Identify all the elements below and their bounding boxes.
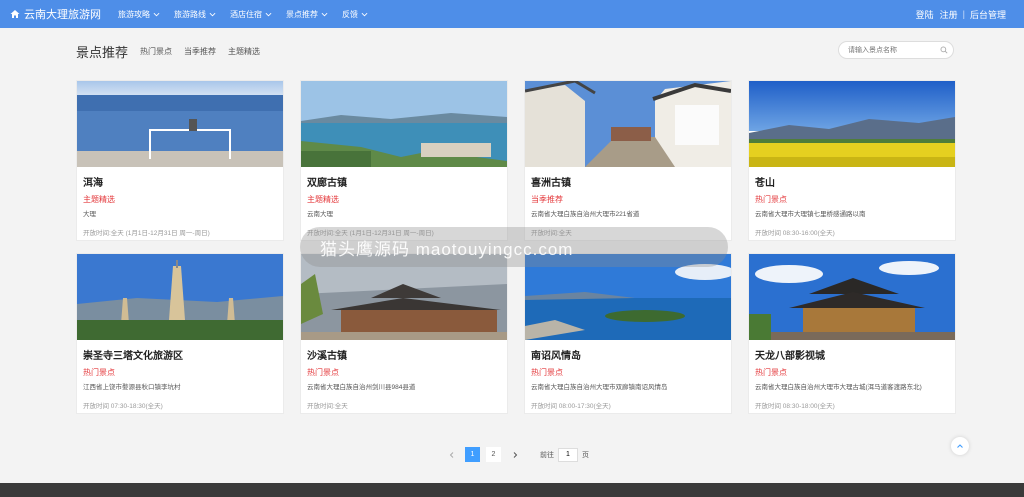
attraction-address: 云南省大理市大理镇七里桥感通路以南 bbox=[755, 211, 866, 218]
register-link[interactable]: 注册 bbox=[940, 8, 958, 21]
nav-item-label: 酒店住宿 bbox=[230, 9, 262, 19]
attraction-tag: 主题精选 bbox=[83, 195, 115, 204]
footer-bar bbox=[0, 483, 1024, 497]
attraction-card[interactable]: 洱海 主题精选 大理 开放时间:全天 (1月1日-12月31日 周一-周日) bbox=[76, 80, 284, 241]
chevron-down-icon bbox=[361, 12, 368, 16]
nav-item-guides[interactable]: 旅游攻略 bbox=[118, 9, 160, 20]
attraction-name: 喜洲古镇 bbox=[531, 178, 571, 189]
attraction-hours: 开放时间:全天 bbox=[307, 403, 348, 410]
nav-auth: 登陆 注册 | 后台管理 bbox=[916, 0, 1006, 28]
brand-title: 云南大理旅游网 bbox=[24, 9, 101, 21]
chevron-down-icon bbox=[321, 12, 328, 16]
attraction-tag: 主题精选 bbox=[307, 195, 339, 204]
attraction-name: 南诏风情岛 bbox=[531, 351, 581, 362]
chevron-down-icon bbox=[209, 12, 216, 16]
attraction-card[interactable]: 天龙八部影视城 热门景点 云南省大理白族自治州大理市大理古城(洱马道客渡路东北)… bbox=[748, 253, 956, 414]
nav-item-label: 旅游攻略 bbox=[118, 9, 150, 19]
nav-item-hotels[interactable]: 酒店住宿 bbox=[230, 9, 272, 20]
attraction-photo bbox=[525, 81, 731, 167]
nav-menu: 旅游攻略 旅游路线 酒店住宿 景点推荐 反馈 bbox=[118, 9, 382, 20]
attraction-photo bbox=[749, 81, 955, 167]
attraction-photo bbox=[77, 254, 283, 340]
attraction-hours: 开放时间 08:30-16:00(全天) bbox=[755, 230, 835, 237]
attraction-hours: 开放时间 08:30-18:00(全天) bbox=[755, 403, 835, 410]
attraction-name: 双廊古镇 bbox=[307, 178, 347, 189]
attraction-address: 云南省大理白族自治州大理市大理古城(洱马道客渡路东北) bbox=[755, 384, 922, 391]
admin-link[interactable]: 后台管理 bbox=[970, 8, 1006, 21]
nav-divider: | bbox=[962, 9, 965, 19]
page-button-1[interactable]: 1 bbox=[465, 447, 480, 462]
chevron-right-icon bbox=[513, 451, 517, 458]
chevron-down-icon bbox=[153, 12, 160, 16]
category-tabs: 热门景点 当季推荐 主题精选 bbox=[140, 46, 272, 57]
attraction-photo bbox=[77, 81, 283, 167]
attraction-name: 天龙八部影视城 bbox=[755, 351, 825, 362]
next-page-button[interactable] bbox=[507, 447, 522, 462]
attraction-name: 崇圣寺三塔文化旅游区 bbox=[83, 351, 183, 362]
attraction-tag: 当季推荐 bbox=[531, 195, 563, 204]
nav-item-label: 景点推荐 bbox=[286, 9, 318, 19]
attraction-tag: 热门景点 bbox=[307, 368, 339, 377]
attraction-card[interactable]: 南诏风情岛 热门景点 云南省大理白族自治州大理市双廊镇南诏风情岛 开放时间 08… bbox=[524, 253, 732, 414]
watermark-banner: 猫头鹰源码 maotouyingcc.com bbox=[300, 227, 728, 267]
login-link[interactable]: 登陆 bbox=[916, 8, 934, 21]
attraction-tag: 热门景点 bbox=[83, 368, 115, 377]
attraction-photo bbox=[301, 81, 507, 167]
attraction-address: 云南省大理白族自治州剑川县984县道 bbox=[307, 384, 416, 391]
nav-item-routes[interactable]: 旅游路线 bbox=[174, 9, 216, 20]
attraction-photo bbox=[749, 254, 955, 340]
attraction-tag: 热门景点 bbox=[531, 368, 563, 377]
nav-item-label: 旅游路线 bbox=[174, 9, 206, 19]
attraction-tag: 热门景点 bbox=[755, 195, 787, 204]
attraction-address: 云南省大理白族自治州大理市221省道 bbox=[531, 211, 640, 218]
goto-label: 前往 bbox=[540, 451, 554, 459]
page-button-2[interactable]: 2 bbox=[486, 447, 501, 462]
nav-item-feedback[interactable]: 反馈 bbox=[342, 9, 368, 20]
tab-theme[interactable]: 主题精选 bbox=[228, 46, 260, 57]
attraction-card[interactable]: 沙溪古镇 热门景点 云南省大理白族自治州剑川县984县道 开放时间:全天 bbox=[300, 253, 508, 414]
attraction-card[interactable]: 双廊古镇 主题精选 云南大理 开放时间:全天 (1月1日-12月31日 周一-周… bbox=[300, 80, 508, 241]
attraction-address: 云南省大理白族自治州大理市双廊镇南诏风情岛 bbox=[531, 384, 668, 391]
home-icon bbox=[10, 10, 20, 18]
top-nav: 云南大理旅游网 旅游攻略 旅游路线 酒店住宿 景点推荐 反馈 登陆 注册 | 后… bbox=[0, 0, 1024, 28]
attraction-card[interactable]: 崇圣寺三塔文化旅游区 热门景点 江西省上饶市婺源县秋口镇李坑村 开放时间 07:… bbox=[76, 253, 284, 414]
back-to-top-button[interactable] bbox=[951, 437, 969, 455]
attraction-hours: 开放时间:全天 (1月1日-12月31日 周一-周日) bbox=[83, 230, 210, 237]
attraction-card[interactable]: 喜洲古镇 当季推荐 云南省大理白族自治州大理市221省道 开放时间:全天 bbox=[524, 80, 732, 241]
tab-season[interactable]: 当季推荐 bbox=[184, 46, 216, 57]
attraction-hours: 开放时间 08:00-17:30(全天) bbox=[531, 403, 611, 410]
brand[interactable]: 云南大理旅游网 bbox=[0, 6, 118, 22]
pagination: 1 2 前往 页 bbox=[444, 447, 589, 462]
search-icon[interactable] bbox=[940, 46, 948, 54]
page-title: 景点推荐 bbox=[76, 45, 129, 60]
nav-item-label: 反馈 bbox=[342, 9, 358, 19]
attraction-card[interactable]: 苍山 热门景点 云南省大理市大理镇七里桥感通路以南 开放时间 08:30-16:… bbox=[748, 80, 956, 241]
attraction-name: 苍山 bbox=[755, 178, 775, 189]
prev-page-button[interactable] bbox=[444, 447, 459, 462]
page-unit-label: 页 bbox=[582, 451, 589, 459]
attraction-tag: 热门景点 bbox=[755, 368, 787, 377]
page-jump-input[interactable] bbox=[558, 447, 578, 462]
attraction-name: 沙溪古镇 bbox=[307, 351, 347, 362]
tab-hot[interactable]: 热门景点 bbox=[140, 46, 172, 57]
search-input[interactable] bbox=[838, 41, 954, 59]
attraction-address: 大理 bbox=[83, 211, 96, 218]
chevron-left-icon bbox=[449, 451, 453, 458]
chevron-up-icon bbox=[957, 444, 963, 448]
attraction-name: 洱海 bbox=[83, 178, 103, 189]
chevron-down-icon bbox=[265, 12, 272, 16]
attraction-address: 云南大理 bbox=[307, 211, 333, 218]
attraction-hours: 开放时间 07:30-18:30(全天) bbox=[83, 403, 163, 410]
nav-item-attractions[interactable]: 景点推荐 bbox=[286, 9, 328, 20]
attraction-address: 江西省上饶市婺源县秋口镇李坑村 bbox=[83, 384, 181, 391]
